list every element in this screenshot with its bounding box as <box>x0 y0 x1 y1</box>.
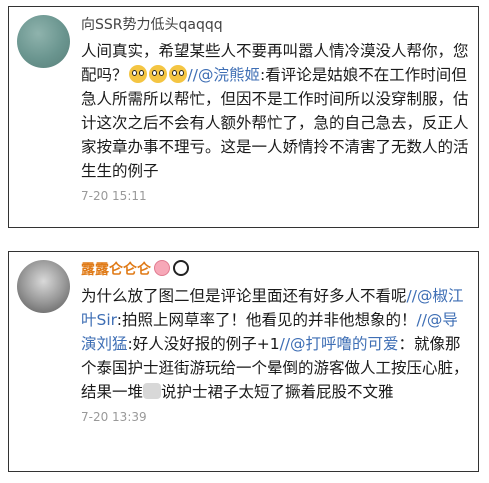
emoji-icon <box>168 65 187 83</box>
comment-text-segment: :好人没好报的例子+1 <box>127 335 280 353</box>
username[interactable]: 向SSR势力低头qaqqq <box>81 15 472 35</box>
timestamp: 7-20 13:39 <box>81 410 147 424</box>
pig-badge-icon <box>154 260 170 276</box>
timestamp: 7-20 15:11 <box>81 189 147 203</box>
comment-card: 向SSR势力低头qaqqq 人间真实，希望某些人不要再叫嚣人情冷漠没人帮你，您配… <box>8 6 479 228</box>
username[interactable]: 露露仑仑仑 <box>81 262 151 278</box>
username-row: 露露仑仑仑 <box>81 260 472 280</box>
comment-text-segment: :拍照上网草率了！他看见的并非他想象的！ <box>116 311 417 329</box>
comment-text-segment: 为什么放了图二但是评论里面还有好多人不看呢 <box>81 287 407 305</box>
blurred-text-mask <box>143 383 162 399</box>
comment-content: 向SSR势力低头qaqqq 人间真实，希望某些人不要再叫嚣人情冷漠没人帮你，您配… <box>81 15 472 203</box>
panda-badge-icon <box>173 260 189 276</box>
mention-link[interactable]: //@浣熊姬 <box>188 66 260 84</box>
mention-link[interactable]: //@打呼噜的可爱 <box>280 335 399 353</box>
comment-text-segment: :看评论是姑娘不在工作时间但急人所需所以帮忙，但因不是工作时间所以没穿制服，估计… <box>81 66 469 180</box>
avatar[interactable] <box>17 260 70 313</box>
comment-card: 露露仑仑仑 为什么放了图二但是评论里面还有好多人不看呢//@椒江叶Sir:拍照上… <box>8 251 479 472</box>
avatar[interactable] <box>17 15 70 68</box>
emoji-icon <box>128 65 147 83</box>
emoji-icon <box>148 65 167 83</box>
comment-text-segment: 说护士裙子太短了撅着屁股不文雅 <box>161 383 394 401</box>
comment-text: 为什么放了图二但是评论里面还有好多人不看呢//@椒江叶Sir:拍照上网草率了！他… <box>81 284 472 404</box>
comment-text: 人间真实，希望某些人不要再叫嚣人情冷漠没人帮你，您配吗？//@浣熊姬:看评论是姑… <box>81 39 472 183</box>
comment-content: 露露仑仑仑 为什么放了图二但是评论里面还有好多人不看呢//@椒江叶Sir:拍照上… <box>81 260 472 424</box>
